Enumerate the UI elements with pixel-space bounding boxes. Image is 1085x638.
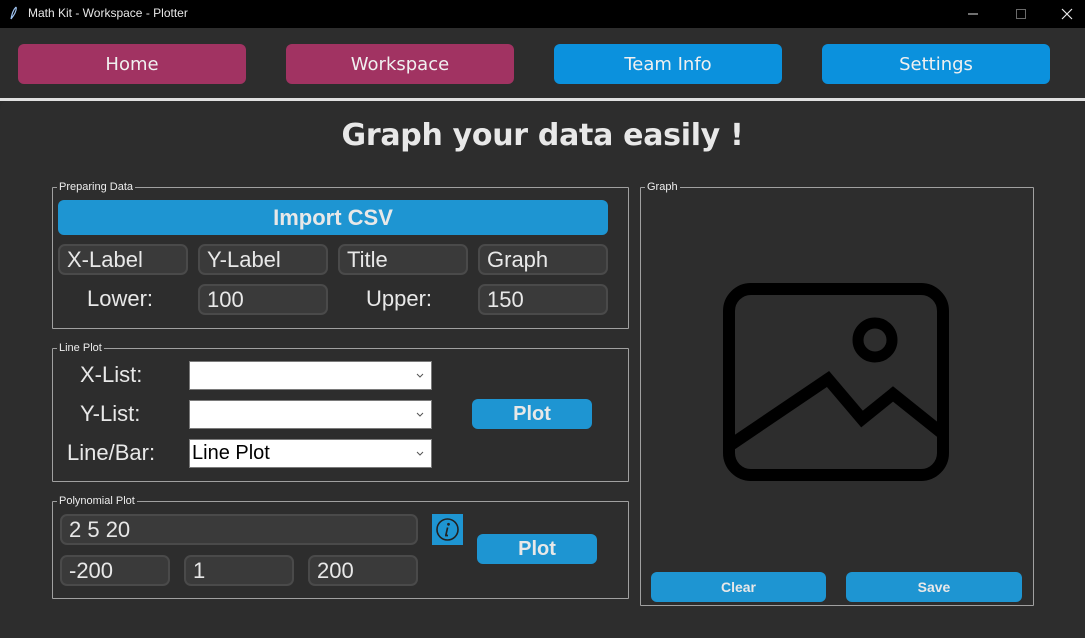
line-bar-label: Line/Bar: (67, 440, 156, 465)
x-label-input[interactable]: X-Label (58, 244, 188, 275)
polynomial-coefficients-input[interactable]: 2 5 20 (60, 514, 418, 545)
image-placeholder-icon (723, 283, 949, 481)
save-button[interactable]: Save (846, 572, 1022, 602)
x-list-select[interactable] (189, 361, 432, 390)
nav-home-button[interactable]: Home (18, 44, 246, 84)
window-title: Math Kit - Workspace - Plotter (28, 6, 188, 20)
chevron-down-icon (416, 412, 424, 417)
import-csv-button[interactable]: Import CSV (58, 200, 608, 235)
minimize-button[interactable] (950, 0, 996, 28)
info-button[interactable] (432, 514, 463, 545)
line-bar-select[interactable]: Line Plot (189, 439, 432, 468)
line-bar-value: Line Plot (192, 442, 270, 464)
info-icon (436, 518, 459, 541)
minimize-icon (968, 13, 978, 15)
close-icon (1061, 8, 1073, 20)
y-label-input[interactable]: Y-Label (198, 244, 328, 275)
nav-bar: Home Workspace Team Info Settings (0, 28, 1085, 98)
range-step-input[interactable]: 1 (184, 555, 294, 586)
graph-name-input[interactable]: Graph (478, 244, 608, 275)
chevron-down-icon (416, 451, 424, 456)
line-plot-label: Line Plot (57, 341, 104, 355)
polynomial-plot-label: Polynomial Plot (57, 494, 137, 508)
maximize-button[interactable] (998, 0, 1044, 28)
page-heading: Graph your data easily ! (341, 118, 744, 153)
title-input[interactable]: Title (338, 244, 468, 275)
nav-workspace-button[interactable]: Workspace (286, 44, 514, 84)
range-end-input[interactable]: 200 (308, 555, 418, 586)
upper-input[interactable]: 150 (478, 284, 608, 315)
app-feather-icon (10, 6, 17, 20)
polynomial-plot-button[interactable]: Plot (477, 534, 597, 564)
maximize-icon (1016, 9, 1026, 19)
lower-input[interactable]: 100 (198, 284, 328, 315)
preparing-data-label: Preparing Data (57, 180, 135, 194)
upper-label: Upper: (366, 286, 433, 311)
clear-button[interactable]: Clear (651, 572, 826, 602)
graph-label: Graph (645, 180, 680, 194)
nav-team-info-button[interactable]: Team Info (554, 44, 782, 84)
x-list-label: X-List: (80, 362, 143, 387)
chevron-down-icon (416, 373, 424, 378)
y-list-select[interactable] (189, 400, 432, 429)
window-titlebar: Math Kit - Workspace - Plotter (0, 0, 1085, 28)
nav-settings-button[interactable]: Settings (822, 44, 1050, 84)
lower-label: Lower: (87, 286, 154, 311)
line-plot-button[interactable]: Plot (472, 399, 592, 429)
y-list-label: Y-List: (80, 401, 141, 426)
range-start-input[interactable]: -200 (60, 555, 170, 586)
close-button[interactable] (1044, 0, 1085, 28)
